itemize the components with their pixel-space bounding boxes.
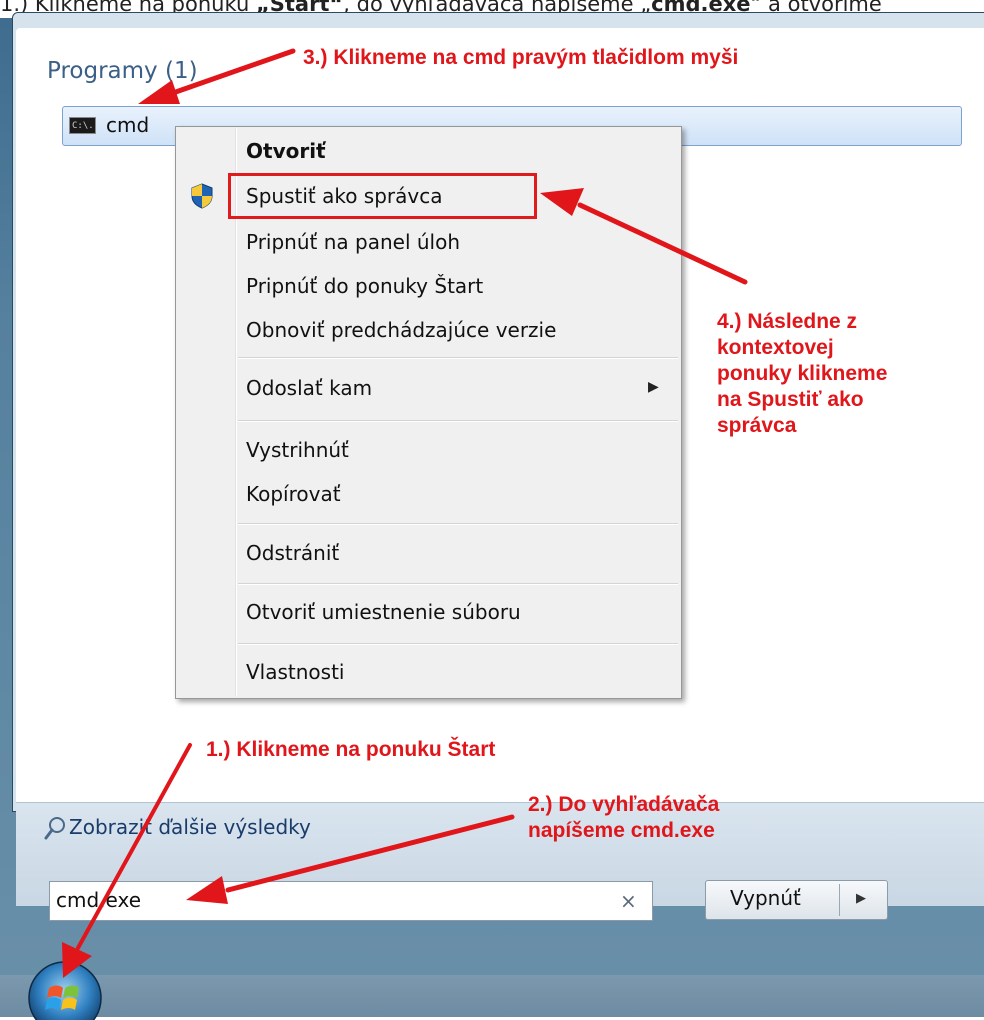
annotation-arrows: [62, 48, 748, 978]
